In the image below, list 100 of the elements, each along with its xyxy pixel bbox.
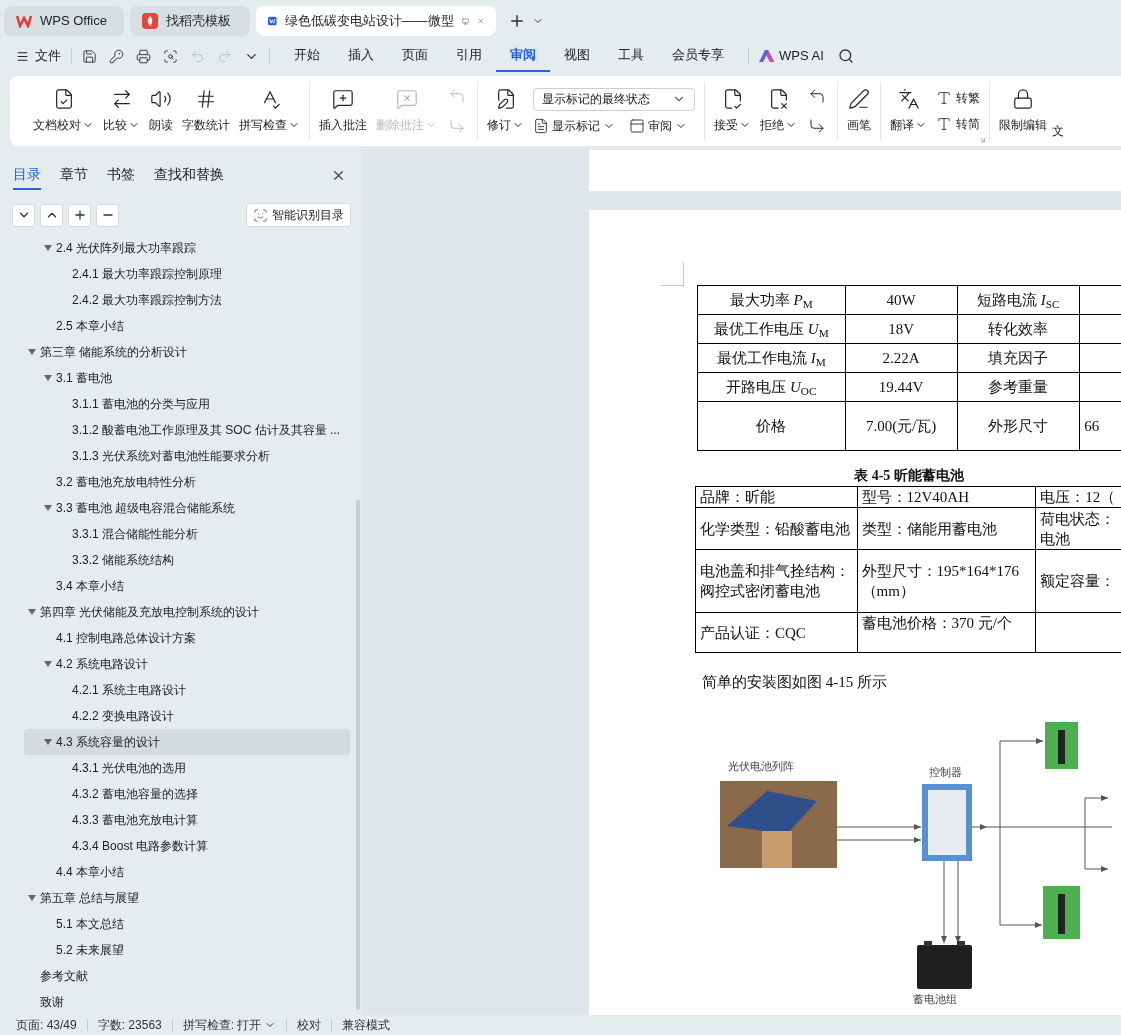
ai-button[interactable]: WPS AI bbox=[759, 46, 824, 66]
toc-item[interactable]: 3.4 本章小结 bbox=[24, 573, 350, 599]
table-cell: 参考重量 bbox=[957, 372, 1080, 402]
status-item[interactable]: 兼容模式 bbox=[342, 1016, 391, 1034]
toc-item[interactable]: 4.3.2 蓄电池容量的选择 bbox=[24, 781, 350, 807]
toc-item[interactable]: 4.1 控制电路总体设计方案 bbox=[24, 625, 350, 651]
ribbon-icon bbox=[150, 88, 172, 110]
expanded-triangle-icon[interactable] bbox=[27, 895, 36, 901]
logo-icon bbox=[16, 14, 32, 28]
toc-item[interactable]: 3.3.1 混合储能性能分析 bbox=[24, 521, 350, 547]
ribbon-button[interactable]: 画笔 bbox=[843, 84, 875, 138]
panel-tab[interactable]: 书签 bbox=[107, 160, 135, 190]
ribbon-button[interactable]: 拒绝 bbox=[756, 84, 801, 138]
toc-item[interactable]: 3.1 蓄电池 bbox=[24, 365, 350, 391]
panel-tab[interactable]: 章节 bbox=[60, 160, 88, 190]
status-item[interactable]: 校对 bbox=[297, 1016, 322, 1034]
arrow-right-icon bbox=[808, 117, 826, 135]
toc-item[interactable]: 第五章 总结与展望 bbox=[24, 885, 350, 911]
toc-item[interactable]: 3.1.2 酸蓄电池工作原理及其 SOC 估计及其容量 ... bbox=[24, 417, 350, 443]
ribbon-button[interactable]: 限制编辑 bbox=[995, 84, 1051, 138]
status-item[interactable]: 页面: 43/49 bbox=[16, 1016, 77, 1034]
toc-item[interactable]: 5.1 本文总结 bbox=[24, 911, 350, 937]
ribbon-button[interactable]: 拼写检查 bbox=[235, 84, 304, 138]
panel-tab[interactable]: 目录 bbox=[13, 160, 41, 190]
ribbon-small-button[interactable]: 转简 bbox=[936, 115, 980, 133]
toc-item[interactable]: 第四章 光伏储能及充放电控制系统的设计 bbox=[24, 599, 350, 625]
ribbon-icon bbox=[629, 117, 645, 134]
print-preview-icon[interactable] bbox=[163, 48, 178, 64]
ribbon-button[interactable]: 比较 bbox=[99, 84, 144, 138]
expanded-triangle-icon[interactable] bbox=[27, 349, 36, 355]
ribbon-tab[interactable]: 视图 bbox=[550, 40, 604, 72]
toc-item[interactable]: 4.3 系统容量的设计 bbox=[24, 729, 350, 755]
ribbon-button[interactable]: 文档校对 bbox=[29, 84, 98, 138]
expanded-triangle-icon[interactable] bbox=[43, 375, 52, 381]
ribbon-button[interactable]: 字数统计 bbox=[178, 84, 234, 138]
toc-item[interactable]: 3.1.3 光伏系统对蓄电池性能要求分析 bbox=[24, 443, 350, 469]
toc-item[interactable]: 致谢 bbox=[24, 989, 350, 1015]
ribbon-button[interactable]: 接受 bbox=[710, 84, 755, 138]
toc-item[interactable]: 参考文献 bbox=[24, 963, 350, 989]
toc-item[interactable]: 2.5 本章小结 bbox=[24, 313, 350, 339]
save-icon[interactable] bbox=[82, 48, 97, 64]
ribbon-tab[interactable]: 引用 bbox=[442, 40, 496, 72]
expanded-triangle-icon[interactable] bbox=[43, 661, 52, 667]
toc-item[interactable]: 4.2.2 变换电路设计 bbox=[24, 703, 350, 729]
toc-item[interactable]: 第三章 储能系统的分析设计 bbox=[24, 339, 350, 365]
printer-icon[interactable] bbox=[136, 48, 151, 64]
ribbon-tab[interactable]: 工具 bbox=[604, 40, 658, 72]
diagram-label: 蓄电池组 bbox=[913, 992, 957, 1005]
expanded-triangle-icon[interactable] bbox=[27, 609, 36, 615]
toc-item[interactable]: 4.2.1 系统主电路设计 bbox=[24, 677, 350, 703]
ribbon-small-button[interactable]: 转繁 bbox=[936, 89, 980, 107]
table-cell: 品牌：昕能 bbox=[695, 486, 858, 508]
ribbon-tab[interactable]: 审阅 bbox=[496, 40, 550, 72]
markup-select[interactable]: 显示标记的最终状态 bbox=[533, 87, 695, 111]
toc-item[interactable]: 4.3.4 Boost 电路参数计算 bbox=[24, 833, 350, 859]
menu-icon bbox=[16, 49, 29, 63]
window-tab[interactable]: 找稻壳模板 bbox=[130, 6, 250, 36]
toc-item[interactable]: 4.2 系统电路设计 bbox=[24, 651, 350, 677]
ribbon-button[interactable]: 朗读 bbox=[145, 84, 177, 138]
expanded-triangle-icon[interactable] bbox=[43, 245, 52, 251]
ribbon-small-button[interactable]: 审阅 bbox=[629, 116, 687, 135]
ribbon-tab[interactable]: 会员专享 bbox=[658, 40, 738, 72]
promote-button[interactable] bbox=[68, 203, 91, 227]
ribbon-button[interactable]: 修订 bbox=[483, 84, 528, 138]
smart-toc-button[interactable]: 智能识别目录 bbox=[246, 203, 351, 227]
expanded-triangle-icon[interactable] bbox=[43, 505, 52, 511]
toc-item[interactable]: 2.4.1 最大功率跟踪控制原理 bbox=[24, 261, 350, 287]
key-icon[interactable] bbox=[109, 48, 124, 64]
ribbon-tab[interactable]: 开始 bbox=[280, 40, 334, 72]
toc-item[interactable]: 3.3 蓄电池 超级电容混合储能系统 bbox=[24, 495, 350, 521]
toc-item[interactable]: 2.4.2 最大功率跟踪控制方法 bbox=[24, 287, 350, 313]
toc-item[interactable]: 3.2 蓄电池充放电特性分析 bbox=[24, 469, 350, 495]
panel-tab[interactable]: 查找和替换 bbox=[154, 160, 224, 190]
toc-item[interactable]: 5.2 未来展望 bbox=[24, 937, 350, 963]
ribbon-small-button[interactable]: 显示标记 bbox=[533, 116, 615, 135]
expanded-triangle-icon[interactable] bbox=[43, 739, 52, 745]
ribbon-tab[interactable]: 插入 bbox=[334, 40, 388, 72]
toc-item[interactable]: 4.4 本章小结 bbox=[24, 859, 350, 885]
toc-item[interactable]: 3.1.1 蓄电池的分类与应用 bbox=[24, 391, 350, 417]
toc-item[interactable]: 3.3.2 储能系统结构 bbox=[24, 547, 350, 573]
ribbon-button[interactable]: 插入批注 bbox=[315, 84, 371, 138]
ribbon-button[interactable]: 翻译 bbox=[886, 84, 931, 138]
ribbon-button[interactable]: 文 bbox=[1052, 122, 1064, 146]
demote-button[interactable] bbox=[96, 203, 119, 227]
table-cell: 19.44V bbox=[845, 372, 957, 402]
toc-item[interactable]: 4.3.3 蓄电池充放电计算 bbox=[24, 807, 350, 833]
window-tab[interactable]: 绿色低碳变电站设计——微型 bbox=[256, 6, 496, 36]
table-cell: 产品认证：CQC bbox=[695, 612, 858, 653]
collapse-button[interactable] bbox=[12, 203, 35, 227]
table-cell: 短路电流 I$_{SC}$ bbox=[957, 285, 1080, 315]
window-tab[interactable]: WPS Office bbox=[4, 6, 124, 36]
toc-item[interactable]: 4.3.1 光伏电池的选用 bbox=[24, 755, 350, 781]
expand-button[interactable] bbox=[40, 203, 63, 227]
convert-icon bbox=[936, 90, 952, 106]
search-icon[interactable] bbox=[837, 48, 854, 64]
toc-item[interactable]: 2.4 光伏阵列最大功率跟踪 bbox=[24, 235, 350, 261]
ribbon-tab[interactable]: 页面 bbox=[388, 40, 442, 72]
status-item[interactable]: 字数: 23563 bbox=[97, 1016, 162, 1034]
file-menu-button[interactable]: 文件 bbox=[16, 46, 61, 66]
status-item[interactable]: 拼写检查: 打开 bbox=[182, 1016, 277, 1034]
